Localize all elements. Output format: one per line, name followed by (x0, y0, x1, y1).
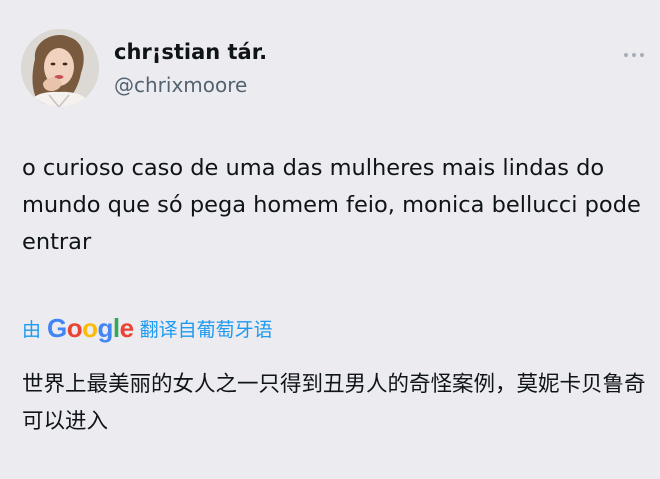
profile-photo-icon (21, 29, 99, 107)
translation-attribution[interactable]: 由 Google 翻译自葡萄牙语 (22, 312, 273, 344)
ellipsis-icon[interactable] (624, 50, 646, 60)
translated-text: 世界上最美丽的女人之一只得到丑男人的奇怪案例，莫妮卡贝鲁奇可以进入 (22, 372, 646, 434)
user-handle[interactable]: @chrixmoore (114, 73, 247, 97)
tweet-card: chr¡stian tár. @chrixmoore o curioso cas… (0, 0, 660, 479)
google-logo: Google (47, 312, 134, 343)
translation-source-label: 翻译自葡萄牙语 (139, 318, 273, 341)
display-name[interactable]: chr¡stian tár. (114, 40, 267, 64)
avatar[interactable] (21, 29, 99, 107)
translation-prefix: 由 (22, 318, 42, 341)
tweet-text: o curioso caso de uma das mulheres mais … (22, 155, 641, 255)
